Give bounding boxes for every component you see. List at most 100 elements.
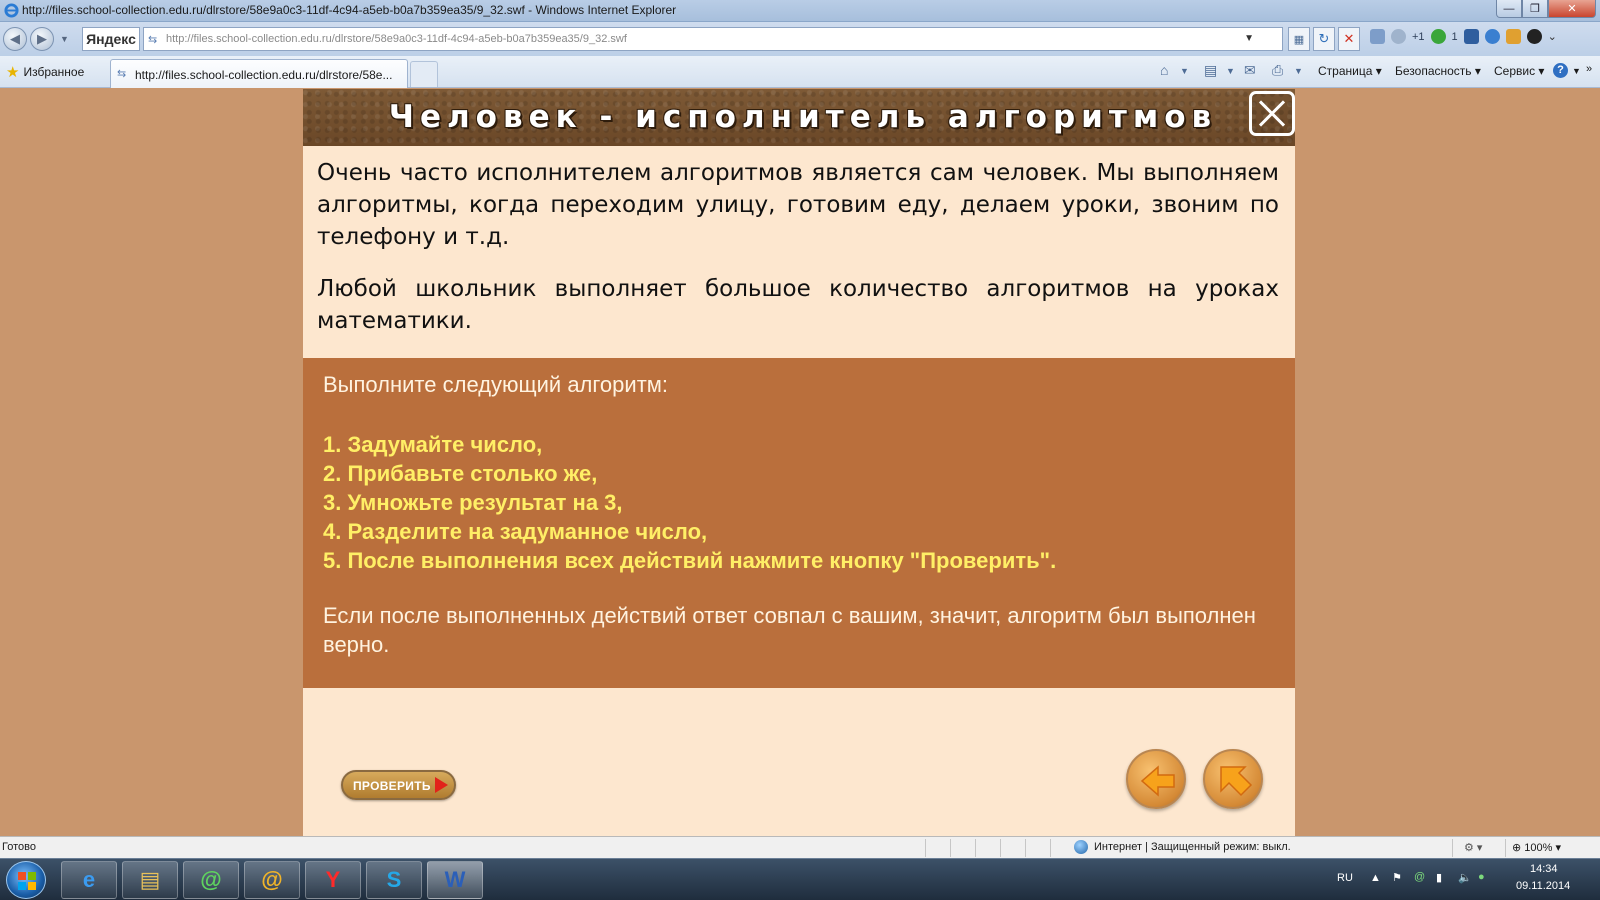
minimize-button[interactable]: — bbox=[1496, 0, 1522, 18]
menu-arrow-button[interactable] bbox=[1203, 749, 1263, 809]
status-divider bbox=[1050, 839, 1051, 857]
print-icon[interactable]: ⎙ bbox=[1272, 62, 1283, 79]
help-dropdown-icon[interactable]: ▼ bbox=[1572, 66, 1581, 76]
back-arrow-button[interactable] bbox=[1126, 749, 1186, 809]
popup-settings-icon[interactable]: ⚙ ▾ bbox=[1464, 841, 1482, 854]
intro-paragraph: Любой школьник выполняет большое количес… bbox=[317, 276, 1279, 334]
back-button[interactable]: ◀ bbox=[3, 27, 27, 51]
task-heading: Выполните следующий алгоритм: bbox=[323, 372, 669, 397]
star-icon: ★ bbox=[6, 64, 20, 81]
start-button[interactable] bbox=[6, 861, 46, 899]
feeds-dropdown-icon[interactable]: ▼ bbox=[1226, 66, 1235, 76]
internet-zone-icon bbox=[1074, 840, 1088, 854]
safety-menu[interactable]: Безопасность ▾ bbox=[1395, 64, 1481, 78]
forward-button[interactable]: ▶ bbox=[30, 27, 54, 51]
algorithm-step: 1. Задумайте число, bbox=[323, 432, 543, 457]
arrow-up-left-icon bbox=[1220, 766, 1253, 797]
weather-badge: +1 bbox=[1412, 30, 1425, 43]
favorites-button[interactable]: ★ Избранное bbox=[6, 62, 84, 82]
network-signal-icon[interactable]: ▮ bbox=[1436, 871, 1442, 884]
home-dropdown-icon[interactable]: ▼ bbox=[1180, 66, 1189, 76]
read-mail-icon[interactable]: ✉ bbox=[1244, 62, 1256, 79]
puzzle-icon[interactable] bbox=[1505, 29, 1521, 44]
language-indicator[interactable]: RU bbox=[1337, 872, 1353, 884]
close-lesson-icon[interactable] bbox=[1249, 91, 1295, 136]
address-url: http://files.school-collection.edu.ru/dl… bbox=[166, 33, 627, 45]
browser-tab[interactable]: ⇆ http://files.school-collection.edu.ru/… bbox=[110, 59, 408, 88]
taskbar-mail-icon[interactable]: @ bbox=[244, 861, 300, 899]
volume-icon[interactable]: 🔈 bbox=[1458, 871, 1472, 884]
taskbar-skype-icon[interactable]: S bbox=[366, 861, 422, 899]
translate-icon[interactable] bbox=[1484, 29, 1500, 44]
task-note: Если после выполненных действий ответ со… bbox=[323, 603, 1256, 657]
history-dropdown-icon[interactable]: ▼ bbox=[60, 34, 69, 44]
status-divider bbox=[925, 839, 926, 857]
check-button-label: ПРОВЕРИТЬ bbox=[353, 779, 431, 793]
extension-icons: +1 1 ⌄ bbox=[1370, 29, 1557, 44]
show-hidden-icons-icon[interactable]: ▲ bbox=[1370, 872, 1381, 884]
print-dropdown-icon[interactable]: ▼ bbox=[1294, 66, 1303, 76]
more-chevron-icon[interactable]: ⌄ bbox=[1548, 30, 1557, 43]
window-title: http://files.school-collection.edu.ru/dl… bbox=[22, 3, 677, 17]
help-icon[interactable]: ? bbox=[1553, 63, 1568, 78]
weather-icon[interactable] bbox=[1391, 29, 1406, 44]
tools-menu-label: Сервис bbox=[1494, 64, 1536, 78]
windows-logo-icon bbox=[18, 872, 36, 890]
tray-mail-agent-icon[interactable]: @ bbox=[1414, 871, 1425, 883]
page-content: Человек - исполнитель алгоритмов Очень ч… bbox=[0, 89, 1600, 836]
page-menu[interactable]: Страница ▾ bbox=[1318, 64, 1382, 78]
yandex-logo[interactable]: Яндекс bbox=[82, 27, 140, 51]
algorithm-step: 4. Разделите на задуманное число, bbox=[323, 519, 708, 544]
algorithm-step: 2. Прибавьте столько же, bbox=[323, 461, 598, 486]
tab-page-icon: ⇆ bbox=[117, 68, 127, 80]
home-icon[interactable]: ⌂ bbox=[1160, 62, 1168, 78]
zoom-level[interactable]: ⊕ 100% ▾ bbox=[1512, 841, 1561, 854]
maximize-button[interactable]: ❐ bbox=[1522, 0, 1548, 18]
bookmark-icon[interactable] bbox=[1463, 29, 1479, 44]
toolbar-overflow-icon[interactable]: » bbox=[1586, 63, 1592, 75]
play-icon[interactable] bbox=[1526, 29, 1542, 44]
tab-label: http://files.school-collection.edu.ru/dl… bbox=[135, 68, 393, 82]
lesson-panel: Человек - исполнитель алгоритмов Очень ч… bbox=[303, 89, 1295, 836]
internet-explorer-icon bbox=[4, 3, 19, 18]
compatibility-view-icon[interactable]: ▦ bbox=[1288, 27, 1310, 51]
stop-icon[interactable]: ✕ bbox=[1338, 27, 1360, 51]
tray-messenger-icon[interactable]: ● bbox=[1478, 871, 1485, 883]
taskbar-word-icon[interactable]: W bbox=[427, 861, 483, 899]
status-divider bbox=[1025, 839, 1026, 857]
page-menu-label: Страница bbox=[1318, 64, 1373, 78]
security-zone-text[interactable]: Интернет | Защищенный режим: выкл. bbox=[1094, 841, 1291, 853]
task-box: Выполните следующий алгоритм: 1. Задумай… bbox=[303, 358, 1295, 688]
taskbar-internet-explorer-icon[interactable]: e bbox=[61, 861, 117, 899]
status-divider bbox=[1000, 839, 1001, 857]
tools-menu[interactable]: Сервис ▾ bbox=[1494, 64, 1544, 78]
intro-text: Очень часто исполнителем алгоритмов явля… bbox=[317, 157, 1279, 357]
taskbar-explorer-folder-icon[interactable]: ▤ bbox=[122, 861, 178, 899]
algorithm-step: 5. После выполнения всех действий нажмит… bbox=[323, 548, 1057, 573]
messenger-icon[interactable] bbox=[1430, 29, 1446, 44]
status-divider bbox=[950, 839, 951, 857]
windows-taskbar: e ▤ @ @ Y S W RU ▲ ⚑ @ ▮ 🔈 ● 14:34 09.11… bbox=[0, 858, 1600, 900]
new-tab-button[interactable] bbox=[410, 61, 438, 87]
taskbar-yandex-browser-icon[interactable]: Y bbox=[305, 861, 361, 899]
action-center-flag-icon[interactable]: ⚑ bbox=[1392, 871, 1402, 884]
page-icon: ⇆ bbox=[148, 34, 158, 46]
lesson-title: Человек - исполнитель алгоритмов bbox=[388, 99, 1218, 135]
status-bar: Готово Интернет | Защищенный режим: выкл… bbox=[0, 836, 1600, 858]
arrow-right-icon bbox=[435, 777, 448, 793]
check-button[interactable]: ПРОВЕРИТЬ bbox=[341, 770, 456, 800]
clock-time[interactable]: 14:34 bbox=[1530, 863, 1558, 875]
favorites-label: Избранное bbox=[23, 65, 85, 79]
address-dropdown-icon[interactable]: ▼ bbox=[1244, 33, 1254, 44]
mail-icon[interactable] bbox=[1370, 29, 1385, 44]
taskbar-mail-agent-icon[interactable]: @ bbox=[183, 861, 239, 899]
refresh-icon[interactable]: ↻ bbox=[1313, 27, 1335, 51]
status-text: Готово bbox=[2, 841, 36, 853]
feeds-icon[interactable]: ▤ bbox=[1204, 62, 1217, 79]
safety-menu-label: Безопасность bbox=[1395, 64, 1472, 78]
algorithm-step: 3. Умножьте результат на 3, bbox=[323, 490, 623, 515]
close-window-button[interactable]: ✕ bbox=[1548, 0, 1596, 18]
arrow-left-icon bbox=[1140, 765, 1175, 797]
address-input[interactable]: ⇆ http://files.school-collection.edu.ru/… bbox=[143, 27, 1283, 51]
clock-date[interactable]: 09.11.2014 bbox=[1516, 880, 1570, 892]
